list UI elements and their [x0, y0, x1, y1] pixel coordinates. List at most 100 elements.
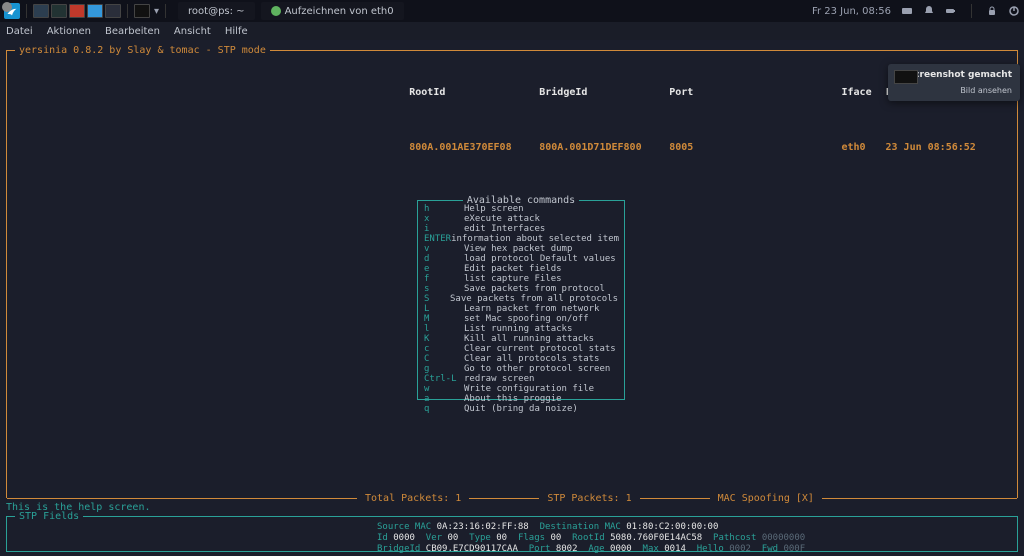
command-key: l [424, 324, 464, 334]
command-desc: Write configuration file [464, 384, 618, 394]
command-row: aAbout this proggie [424, 394, 618, 404]
screenshot-notification[interactable]: Screenshot gemacht Bild ansehen [888, 64, 1020, 101]
stp-field-label: Fwd [762, 544, 784, 554]
command-row: KKill all running attacks [424, 334, 618, 344]
command-desc: set Mac spoofing on/off [464, 314, 618, 324]
stp-field-label: Age [588, 544, 610, 554]
command-row: eEdit packet fields [424, 264, 618, 274]
command-desc: eXecute attack [464, 214, 618, 224]
stp-field-value: 000F [783, 544, 816, 554]
command-desc: Learn packet from network [464, 304, 618, 314]
taskbar-app-icon[interactable] [69, 4, 85, 18]
menu-aktionen[interactable]: Aktionen [47, 26, 91, 37]
command-row: Ctrl-Lredraw screen [424, 374, 618, 384]
cell-port[interactable]: 8005 [669, 142, 729, 153]
command-desc: Save packets from all protocols [450, 294, 618, 304]
taskbar-app-icon[interactable] [33, 4, 49, 18]
command-key: c [424, 344, 464, 354]
command-row: qQuit (bring da noize) [424, 404, 618, 414]
cell-bridgeid[interactable]: 800A.001D71DEF800 [539, 142, 669, 153]
command-desc: View hex packet dump [464, 244, 618, 254]
stp-field-value: 00 [550, 533, 572, 543]
stp-field-value: 0002 [729, 544, 762, 554]
command-row: LLearn packet from network [424, 304, 618, 314]
commands-help-box: Available commands hHelp screenxeXecute … [417, 200, 625, 400]
window-menubar: Datei Aktionen Bearbeiten Ansicht Hilfe [0, 22, 1024, 40]
notification-tray-icon[interactable] [923, 5, 935, 17]
stat-stp-packets: STP Packets: 1 [539, 493, 639, 504]
command-key: v [424, 244, 464, 254]
command-desc: About this proggie [464, 394, 618, 404]
task-label: Aufzeichnen von eth0 [285, 6, 394, 17]
stp-field-value: 0000 [610, 544, 643, 554]
stp-field-label: Pathcost [713, 533, 762, 543]
command-desc: load protocol Default values [464, 254, 618, 264]
command-row: sSave packets from protocol [424, 284, 618, 294]
command-row: cClear current protocol stats [424, 344, 618, 354]
command-row: hHelp screen [424, 204, 618, 214]
command-key: x [424, 214, 464, 224]
menu-datei[interactable]: Datei [6, 26, 33, 37]
command-desc: edit Interfaces [464, 224, 618, 234]
taskbar-app-icon[interactable] [87, 4, 103, 18]
lock-tray-icon[interactable] [986, 5, 998, 17]
stat-total-packets: Total Packets: 1 [357, 493, 469, 504]
command-key: K [424, 334, 464, 344]
terminal-viewport[interactable]: yersinia 0.8.2 by Slay & tomac - STP mod… [0, 40, 1024, 556]
stp-field-label: Port [529, 544, 556, 554]
menu-hilfe[interactable]: Hilfe [225, 26, 248, 37]
taskbar-app-icon[interactable] [51, 4, 67, 18]
notification-view-button[interactable]: Bild ansehen [896, 86, 1012, 95]
command-key: w [424, 384, 464, 394]
command-key: e [424, 264, 464, 274]
stp-field-label: RootId [572, 533, 610, 543]
command-desc: redraw screen [464, 374, 618, 384]
command-desc: Save packets from protocol [464, 284, 618, 294]
stp-field-label: Source MAC [377, 522, 437, 532]
menu-ansicht[interactable]: Ansicht [174, 26, 211, 37]
stp-field-line: Source MAC 0A:23:16:02:FF:88 Destination… [377, 522, 816, 533]
taskbar-window-wireshark[interactable]: Aufzeichnen von eth0 [261, 2, 404, 20]
stp-field-label: Hello [697, 544, 730, 554]
col-bridgeid: BridgeId [539, 87, 669, 98]
command-key: a [424, 394, 464, 404]
command-row: CClear all protocols stats [424, 354, 618, 364]
stp-field-line: Id 0000 Ver 00 Type 00 Flags 00 RootId 5… [377, 533, 816, 544]
main-panel-frame: yersinia 0.8.2 by Slay & tomac - STP mod… [6, 50, 1018, 498]
command-key: i [424, 224, 464, 234]
cell-iface[interactable]: eth0 [842, 142, 886, 153]
workspace-chevron-icon[interactable]: ▾ [154, 6, 159, 17]
taskbar-app-icon[interactable] [134, 4, 150, 18]
stp-field-value: 00 [447, 533, 469, 543]
command-key: L [424, 304, 464, 314]
battery-tray-icon[interactable] [945, 5, 957, 17]
stp-field-value: 5080.760F0E14AC58 [610, 533, 713, 543]
stp-field-label: Type [469, 533, 496, 543]
command-desc: List running attacks [464, 324, 618, 334]
keyboard-tray-icon[interactable] [901, 5, 913, 17]
stp-field-value: 0000 [393, 533, 426, 543]
command-row: Mset Mac spoofing on/off [424, 314, 618, 324]
clock: Fr 23 Jun, 08:56 [812, 6, 891, 17]
stp-field-value: 0014 [664, 544, 697, 554]
top-panel: ▾ root@ps: ~ Aufzeichnen von eth0 Fr 23 … [0, 0, 1024, 22]
taskbar-app-icon[interactable] [105, 4, 121, 18]
command-row: wWrite configuration file [424, 384, 618, 394]
taskbar-window-terminal[interactable]: root@ps: ~ [178, 2, 255, 20]
command-row: SSave packets from all protocols [424, 294, 618, 304]
stp-field-value: 00000000 [762, 533, 816, 543]
stp-field-value: 00 [496, 533, 518, 543]
command-desc: Edit packet fields [464, 264, 618, 274]
command-row: vView hex packet dump [424, 244, 618, 254]
command-key: M [424, 314, 464, 324]
command-desc: Quit (bring da noize) [464, 404, 618, 414]
cell-rootid[interactable]: 800A.001AE370EF08 [409, 142, 539, 153]
menu-bearbeiten[interactable]: Bearbeiten [105, 26, 160, 37]
col-port: Port [669, 87, 729, 98]
command-key: h [424, 204, 464, 214]
cell-lastseen[interactable]: 23 Jun 08:56:52 [886, 142, 1024, 153]
power-tray-icon[interactable] [1008, 5, 1020, 17]
command-key: q [424, 404, 464, 414]
col-iface: Iface [842, 87, 886, 98]
task-label: root@ps: ~ [188, 6, 245, 17]
